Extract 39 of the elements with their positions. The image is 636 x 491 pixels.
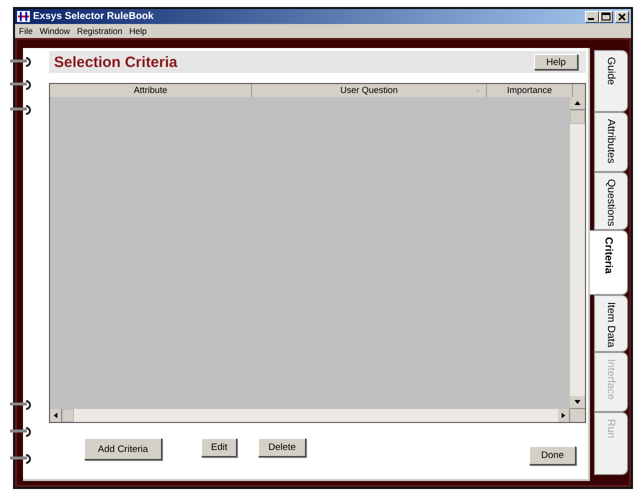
tab[interactable]: Criteria (590, 230, 628, 295)
tab[interactable]: Item Data (594, 295, 628, 352)
scroll-thumb[interactable] (570, 110, 585, 124)
menu-item[interactable]: Help (129, 26, 147, 36)
binder-ring-icon (9, 400, 33, 410)
page-title: Selection Criteria (54, 54, 178, 70)
scroll-down-icon[interactable] (570, 396, 585, 409)
menu-item[interactable]: File (19, 26, 33, 36)
close-button[interactable] (615, 10, 629, 22)
vertical-scrollbar[interactable] (570, 97, 585, 409)
done-button[interactable]: Done (529, 446, 576, 465)
maximize-icon (600, 12, 612, 22)
scroll-left-icon[interactable] (50, 409, 62, 422)
scroll-right-icon[interactable] (558, 409, 570, 422)
binder-ring-icon (9, 80, 33, 90)
maximize-button[interactable] (599, 10, 613, 22)
action-button[interactable]: Add Criteria (84, 438, 162, 460)
minimize-button[interactable] (585, 10, 599, 22)
binder-ring-icon (9, 454, 33, 464)
action-button[interactable]: Delete (258, 438, 306, 457)
tab[interactable]: Guide (594, 50, 628, 112)
binder-ring-icon (9, 57, 33, 67)
scroll-up-icon[interactable] (570, 97, 585, 110)
scrollbar-corner (570, 409, 585, 422)
horizontal-scrollbar[interactable] (50, 409, 570, 422)
tab[interactable]: Questions (594, 172, 628, 230)
app-icon (17, 11, 30, 22)
close-icon (616, 12, 628, 22)
help-button[interactable]: Help (534, 54, 578, 70)
menu-item[interactable]: Window (40, 26, 70, 36)
scroll-thumb[interactable] (62, 409, 74, 422)
window-title: Exsys Selector RuleBook (33, 11, 155, 22)
tab[interactable]: Attributes (594, 112, 628, 172)
binder-ring-icon (9, 105, 33, 115)
minimize-icon (588, 18, 594, 20)
action-button[interactable]: Edit (201, 438, 238, 457)
binder-ring-icon (9, 427, 33, 437)
sort-icon (475, 88, 480, 93)
menu-item[interactable]: Registration (76, 26, 122, 36)
